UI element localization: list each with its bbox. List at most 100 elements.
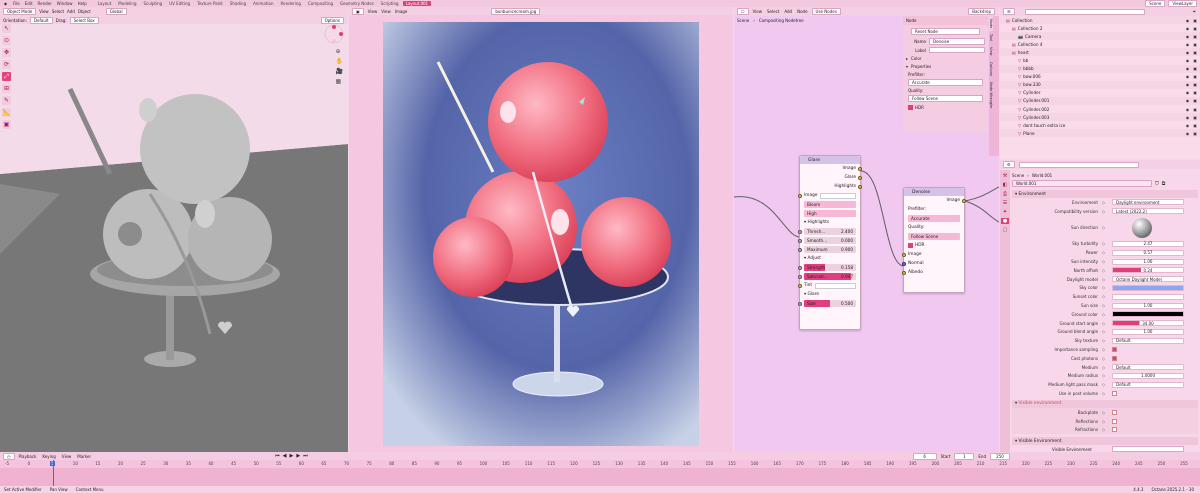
pan-hand-icon[interactable]: ✋	[336, 58, 343, 65]
zoom-icon[interactable]: ⊕	[336, 48, 343, 55]
render-camera-icon[interactable]: ▣	[1193, 26, 1197, 31]
keyframe-icon[interactable]: ◇	[1102, 259, 1112, 264]
property-checkbox[interactable]	[1112, 355, 1117, 361]
eye-icon[interactable]: ◉	[1186, 58, 1190, 63]
eye-icon[interactable]: ◉	[1186, 107, 1190, 112]
workspace-tab[interactable]: Sculpting	[141, 1, 166, 6]
socket[interactable]	[962, 198, 966, 203]
outliner[interactable]: ☰ ⏷ ▤ Collection ◉ ▣ ▤ Collection 2 ◉ ▣ 📷 Camera ◉…	[1000, 7, 1200, 159]
eye-icon[interactable]: ◉	[1186, 42, 1190, 47]
adjust-header[interactable]: Adjust	[808, 256, 821, 261]
keyframe-icon[interactable]: ◇	[1102, 329, 1112, 334]
timeline-menu-view[interactable]: View	[62, 454, 72, 459]
socket[interactable]	[798, 247, 802, 252]
property-checkbox[interactable]	[1112, 391, 1117, 397]
sidebar-tab-options[interactable]: Options	[989, 59, 993, 79]
viewport-canvas[interactable]: ↖ ⊙ ✥ ⟳ ⤢ ⊞ ✎ 📐 ▣ ⊕ ✋ 🎥 ▦	[0, 24, 348, 452]
saturation-field[interactable]: Saturati... 0.947	[804, 273, 856, 280]
workspace-tab[interactable]: UV Editing	[166, 1, 193, 6]
keyframe-icon[interactable]: ◇	[1102, 410, 1112, 415]
hdr-panel-checkbox[interactable]	[908, 105, 913, 110]
node-panel-header[interactable]: Node	[903, 16, 988, 25]
eye-icon[interactable]: ◉	[1186, 90, 1190, 95]
cursor-icon[interactable]: ⊙	[2, 36, 11, 45]
world-datablock[interactable]: World.001	[1012, 180, 1152, 187]
socket[interactable]	[902, 252, 906, 257]
jump-start-icon[interactable]: ⏮	[275, 453, 280, 459]
keyframe-icon[interactable]: ◇	[1102, 303, 1112, 308]
keyframe-icon[interactable]: ◇	[1102, 250, 1112, 255]
start-frame-field[interactable]: 1	[954, 452, 975, 460]
keyframe-icon[interactable]: ◇	[1102, 391, 1112, 396]
keyframe-icon[interactable]: ◇	[1102, 427, 1112, 432]
keyframe-icon[interactable]: ◇	[1102, 225, 1112, 230]
socket[interactable]	[858, 166, 862, 171]
glare-node[interactable]: Glare Image Glare Highlights Image Bloom…	[798, 155, 862, 330]
menu-help[interactable]: Help	[76, 1, 89, 6]
prev-key-icon[interactable]: ◀	[283, 453, 287, 459]
keyframe-icon[interactable]: ◇	[1102, 365, 1112, 370]
keyframe-icon[interactable]: ◇	[1102, 277, 1112, 282]
orientation-dropdown[interactable]: Default	[29, 16, 53, 24]
keyframe-icon[interactable]: ◇	[1102, 312, 1112, 317]
properties-type[interactable]: ⚙	[1003, 161, 1015, 168]
properties-header[interactable]: Properties	[911, 64, 931, 69]
menu-render[interactable]: Render	[36, 1, 54, 6]
highlights-header[interactable]: Highlights	[808, 220, 830, 225]
outliner-search-input[interactable]	[1024, 8, 1145, 15]
render-camera-icon[interactable]: ▣	[1193, 123, 1197, 128]
sidebar-tab-node-wrangler[interactable]: Node Wrangler	[989, 79, 993, 112]
current-frame-field[interactable]: 6	[912, 452, 937, 460]
select-cursor-icon[interactable]: ↖	[2, 24, 11, 33]
timeline-menu-keying[interactable]: Keying	[42, 454, 55, 459]
transform-icon[interactable]: ⊞	[2, 84, 11, 93]
keyframe-icon[interactable]: ◇	[1102, 347, 1112, 352]
timeline-menu-playback[interactable]: Playback	[19, 454, 37, 459]
denoise-node-title[interactable]: Denoise	[904, 188, 964, 196]
socket[interactable]	[902, 270, 906, 275]
keyframe-icon[interactable]: ◇	[1102, 382, 1112, 387]
eye-icon[interactable]: ◉	[1186, 34, 1190, 39]
socket[interactable]	[858, 175, 862, 180]
socket[interactable]	[902, 261, 906, 266]
property-num[interactable]: 2.47	[1112, 240, 1184, 247]
keyframe-icon[interactable]: ◇	[1102, 209, 1112, 214]
eye-icon[interactable]: ◉	[1186, 98, 1190, 103]
property-select[interactable]: Default	[1112, 364, 1184, 371]
world-icon[interactable]: ●	[1001, 218, 1009, 224]
render-camera-icon[interactable]: ▣	[1193, 107, 1197, 112]
outliner-row[interactable]: ▤ Collection 4 ◉ ▣	[1000, 40, 1200, 48]
timeline-track-area[interactable]	[0, 468, 1200, 486]
render-camera-icon[interactable]: ▣	[1193, 131, 1197, 136]
end-frame-field[interactable]: 250	[990, 452, 1010, 460]
glare-header[interactable]: Glare	[808, 292, 819, 297]
keyframe-icon[interactable]: ◇	[1102, 294, 1112, 299]
image-view-menu[interactable]: View	[368, 9, 378, 14]
eye-icon[interactable]: ◉	[1186, 131, 1190, 136]
property-checkbox[interactable]	[1112, 347, 1117, 353]
props-world-breadcrumb[interactable]: World.001	[1032, 173, 1052, 178]
blender-logo-icon[interactable]: ◆	[2, 1, 9, 6]
tool-icon[interactable]: ⚒	[1003, 173, 1007, 179]
fake-user-icon[interactable]: ⛉	[1155, 181, 1159, 187]
prefilter-panel-select[interactable]: Accurate	[908, 79, 983, 86]
render-camera-icon[interactable]: ▣	[1193, 58, 1197, 63]
outliner-row[interactable]: ▽ Cylinder ◉ ▣	[1000, 89, 1200, 97]
workspace-tab[interactable]: Layout	[95, 1, 115, 6]
menu-edit[interactable]: Edit	[23, 1, 35, 6]
workspace-tab[interactable]: Shading	[227, 1, 249, 6]
property-slider[interactable]: 34.00	[1112, 320, 1184, 327]
sidebar-tab-node[interactable]: Node	[989, 16, 993, 32]
properties-editor[interactable]: ⚙ ⚒ ◧ ⎙ ☰ ✦ ● ▢ Scene › World.001 World.001 ⛉ …	[1000, 160, 1200, 476]
render-camera-icon[interactable]: ▣	[1193, 74, 1197, 79]
render-camera-icon[interactable]: ▣	[1193, 115, 1197, 120]
denoise-node[interactable]: Denoise Image Prefilter: Accurate Qualit…	[902, 187, 966, 293]
sky-color-swatch[interactable]	[1112, 284, 1184, 291]
options-dropdown[interactable]: Options	[320, 16, 344, 24]
ortho-grid-icon[interactable]: ▦	[336, 78, 343, 85]
property-num[interactable]: 1.0000	[1112, 372, 1184, 379]
outliner-type[interactable]: ☰	[1003, 8, 1015, 15]
property-slider[interactable]: 0.24	[1112, 267, 1184, 274]
view-menu[interactable]: View	[39, 9, 49, 14]
workspace-tab[interactable]: Scripting	[378, 1, 402, 6]
